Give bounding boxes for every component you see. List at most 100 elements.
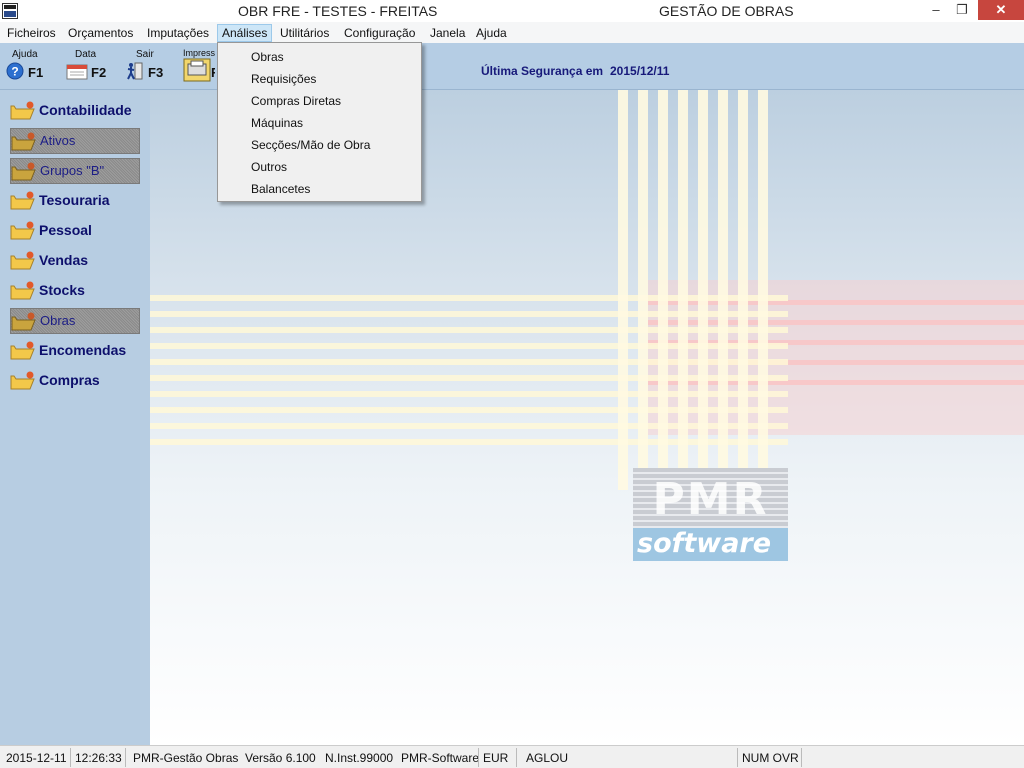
backup-date: 2015/12/11 bbox=[610, 64, 670, 78]
folder-icon bbox=[11, 132, 36, 151]
folder-icon bbox=[10, 371, 35, 390]
exit-icon bbox=[127, 62, 143, 80]
dropdown-item-seccoes[interactable]: Secções/Mão de Obra bbox=[251, 138, 370, 152]
status-company: PMR-Software bbox=[401, 751, 480, 765]
folder-icon bbox=[10, 221, 35, 240]
menu-configuracao[interactable]: Configuração bbox=[340, 24, 419, 42]
help-button-label: Ajuda bbox=[12, 49, 38, 60]
status-separator bbox=[70, 748, 71, 767]
background-decoration bbox=[150, 439, 788, 445]
status-bar: 2015-12-11 12:26:33 PMR-Gestão Obras Ver… bbox=[0, 745, 1024, 768]
sidebar-item-label: Grupos "B" bbox=[40, 163, 105, 178]
folder-icon bbox=[10, 191, 35, 210]
calendar-icon bbox=[66, 64, 88, 80]
background-decoration bbox=[150, 375, 788, 381]
status-separator bbox=[516, 748, 517, 767]
menu-utilitarios[interactable]: Utilitários bbox=[276, 24, 333, 42]
menu-ajuda[interactable]: Ajuda bbox=[472, 24, 511, 42]
status-separator bbox=[737, 748, 738, 767]
status-keys: NUM OVR bbox=[742, 751, 799, 765]
close-button[interactable]: ✕ bbox=[978, 0, 1024, 20]
restore-button[interactable]: ❐ bbox=[948, 0, 976, 20]
folder-icon bbox=[11, 312, 36, 331]
folder-icon bbox=[10, 101, 35, 120]
status-currency: EUR bbox=[483, 751, 509, 765]
background-decoration bbox=[150, 391, 788, 397]
menu-orcamentos[interactable]: Orçamentos bbox=[64, 24, 137, 42]
status-separator bbox=[478, 748, 479, 767]
minimize-button[interactable]: – bbox=[922, 0, 950, 20]
background-decoration bbox=[638, 90, 648, 490]
sidebar-item-pessoal[interactable]: Pessoal bbox=[10, 218, 140, 244]
date-button-label: Data bbox=[75, 49, 97, 60]
sidebar-item-tesouraria[interactable]: Tesouraria bbox=[10, 188, 140, 214]
print-button-label: Impress bbox=[183, 48, 215, 58]
sidebar-item-label: Ativos bbox=[40, 133, 76, 148]
background-decoration bbox=[150, 407, 788, 413]
folder-icon bbox=[11, 162, 36, 181]
sidebar-item-grupos-b[interactable]: Grupos "B" bbox=[10, 158, 140, 184]
dropdown-item-balancetes[interactable]: Balancetes bbox=[251, 182, 310, 196]
background-decoration bbox=[150, 327, 788, 333]
sidebar: Contabilidade Ativos Grupos "B" Tesourar… bbox=[0, 90, 150, 745]
module-title: GESTÃO DE OBRAS bbox=[659, 3, 794, 19]
logo-pmr-text: PMR bbox=[652, 474, 769, 525]
sidebar-item-label: Contabilidade bbox=[39, 102, 132, 118]
sidebar-item-obras[interactable]: Obras bbox=[10, 308, 140, 334]
help-icon: ? bbox=[6, 62, 24, 80]
background-decoration bbox=[150, 295, 788, 301]
exit-key: F3 bbox=[148, 65, 164, 80]
folder-icon bbox=[10, 251, 35, 270]
menu-analises[interactable]: Análises bbox=[217, 24, 273, 42]
svg-text:?: ? bbox=[11, 65, 18, 79]
dropdown-item-obras[interactable]: Obras bbox=[251, 50, 284, 64]
status-time: 12:26:33 bbox=[75, 751, 122, 765]
dropdown-item-outros[interactable]: Outros bbox=[251, 160, 287, 174]
title-bar: OBR FRE - TESTES - FREITAS GESTÃO DE OBR… bbox=[0, 0, 1024, 22]
dropdown-item-maquinas[interactable]: Máquinas bbox=[251, 116, 303, 130]
sidebar-item-label: Encomendas bbox=[39, 342, 127, 358]
background-decoration bbox=[738, 90, 748, 490]
background-decoration bbox=[150, 423, 788, 429]
analises-dropdown: Obras Requisições Compras Diretas Máquin… bbox=[217, 42, 422, 202]
sidebar-item-encomendas[interactable]: Encomendas bbox=[10, 338, 140, 364]
help-button[interactable]: Ajuda ? F1 bbox=[4, 47, 54, 87]
sidebar-item-label: Vendas bbox=[39, 252, 89, 268]
sidebar-item-compras[interactable]: Compras bbox=[10, 368, 140, 394]
status-user: AGLOU bbox=[526, 751, 569, 765]
background-decoration bbox=[678, 90, 688, 490]
date-key: F2 bbox=[91, 65, 107, 80]
background-decoration bbox=[658, 90, 668, 490]
sidebar-item-ativos[interactable]: Ativos bbox=[10, 128, 140, 154]
logo-software-text: software bbox=[637, 528, 772, 559]
sidebar-item-contabilidade[interactable]: Contabilidade bbox=[10, 98, 140, 124]
pmr-software-logo: PMR software bbox=[633, 468, 788, 561]
menu-ficheiros[interactable]: Ficheiros bbox=[3, 24, 60, 42]
status-product: PMR-Gestão Obras bbox=[133, 751, 239, 765]
app-icon[interactable] bbox=[2, 3, 18, 19]
help-key: F1 bbox=[28, 65, 44, 80]
backup-label: Última Segurança em bbox=[481, 64, 604, 78]
status-separator bbox=[125, 748, 126, 767]
logo-bottom: software bbox=[633, 528, 788, 561]
exit-button-label: Sair bbox=[136, 49, 154, 60]
sidebar-item-label: Pessoal bbox=[39, 222, 92, 238]
menu-imputacoes[interactable]: Imputações bbox=[143, 24, 213, 42]
print-button[interactable]: Impress F bbox=[181, 47, 215, 87]
sidebar-item-vendas[interactable]: Vendas bbox=[10, 248, 140, 274]
sidebar-item-stocks[interactable]: Stocks bbox=[10, 278, 140, 304]
folder-icon bbox=[10, 341, 35, 360]
print-key: F bbox=[211, 65, 215, 80]
status-date: 2015-12-11 bbox=[6, 751, 67, 765]
folder-icon bbox=[10, 281, 35, 300]
date-button[interactable]: Data F2 bbox=[66, 47, 116, 87]
dropdown-item-compras-diretas[interactable]: Compras Diretas bbox=[251, 94, 341, 108]
menu-janela[interactable]: Janela bbox=[426, 24, 469, 42]
dropdown-item-requisicoes[interactable]: Requisições bbox=[251, 72, 316, 86]
sidebar-item-label: Compras bbox=[39, 372, 100, 388]
status-version: Versão 6.100 bbox=[245, 751, 316, 765]
status-separator bbox=[801, 748, 802, 767]
exit-button[interactable]: Sair F3 bbox=[126, 47, 176, 87]
background-decoration bbox=[150, 343, 788, 349]
menu-bar: Ficheiros Orçamentos Imputações Análises… bbox=[0, 22, 1024, 43]
